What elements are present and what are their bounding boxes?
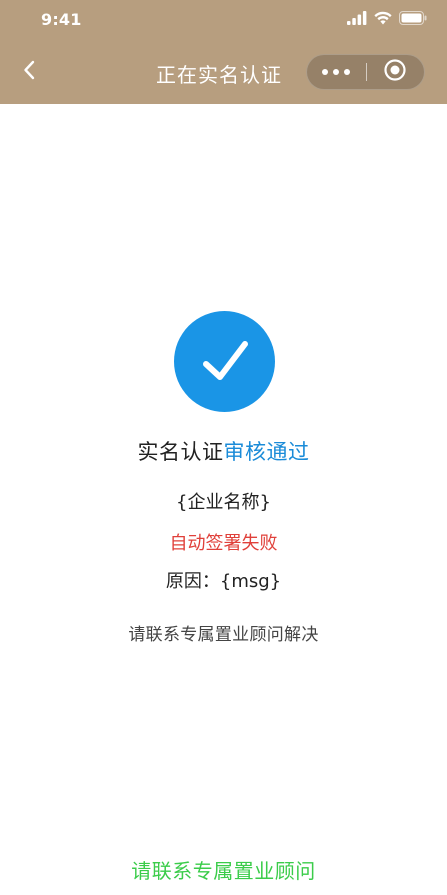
top-navigation-bar: 9:41 正在实名认证: [0, 0, 447, 104]
target-close-icon: [383, 58, 407, 86]
battery-icon: [399, 10, 427, 29]
contact-advisor-button[interactable]: 请联系专属置业顾问: [0, 855, 447, 884]
page-title: 正在实名认证: [156, 63, 282, 87]
signal-icon: [347, 10, 367, 29]
mini-program-capsule: [306, 54, 425, 90]
sign-fail-text: 自动签署失败: [169, 533, 278, 554]
chevron-left-icon: [23, 60, 35, 84]
result-content: 实名认证审核通过 {企业名称} 自动签署失败 原因：{msg} 请联系专属置业顾…: [0, 104, 447, 895]
verification-headline: 实名认证审核通过: [0, 436, 447, 466]
check-circle-icon: [174, 311, 275, 412]
headline-status: 审核通过: [223, 440, 310, 464]
close-mini-program-button[interactable]: [366, 55, 424, 89]
back-button[interactable]: [16, 57, 42, 87]
status-icons: [347, 10, 427, 28]
more-dots-icon: [322, 69, 329, 75]
wifi-icon: [374, 10, 392, 29]
company-name: {企业名称}: [176, 492, 271, 513]
status-time: 9:41: [41, 10, 82, 29]
fail-reason: 原因：{msg}: [165, 571, 282, 592]
more-button[interactable]: [307, 55, 366, 89]
contact-hint: 请联系专属置业顾问解决: [128, 625, 319, 645]
headline-prefix: 实名认证: [137, 440, 224, 464]
